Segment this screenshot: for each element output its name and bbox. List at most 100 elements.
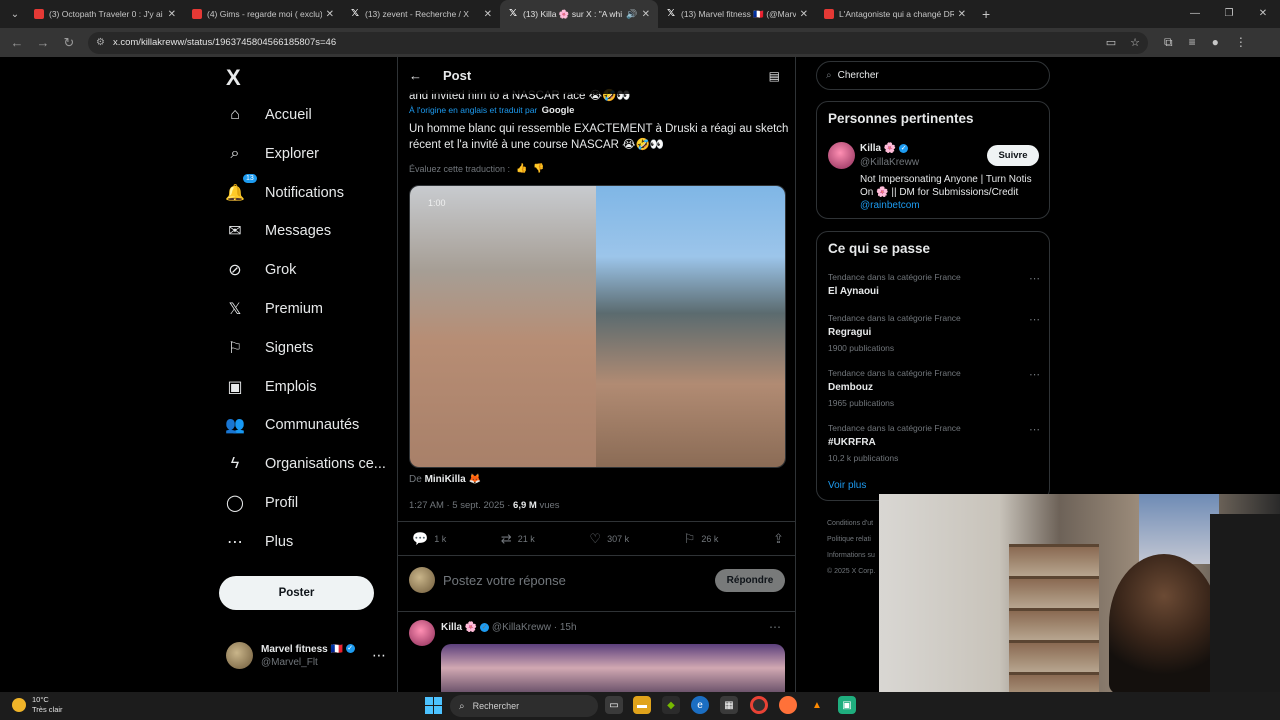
close-tab-icon[interactable]: ✕: [958, 9, 966, 20]
more-icon[interactable]: ⋯: [769, 620, 781, 634]
bookmark-action[interactable]: ⚐ 26 k: [684, 531, 719, 547]
edge-icon[interactable]: e: [691, 696, 709, 714]
nav-item-bell[interactable]: 🔔 13 Notifications: [225, 173, 344, 208]
file-explorer-icon[interactable]: ▬: [633, 696, 651, 714]
more-icon[interactable]: ⋯: [1029, 423, 1040, 436]
reply-action[interactable]: 💬 1 k: [412, 531, 446, 547]
windows-start-icon[interactable]: [425, 697, 442, 714]
browser-tab[interactable]: 𝕏 (13) zevent - Recherche / X ✕: [342, 0, 500, 28]
thumbs-down-icon[interactable]: 👎: [533, 163, 544, 174]
nav-item-communities[interactable]: 👥 Communautés: [225, 410, 359, 440]
search-input[interactable]: ⌕ Chercher: [816, 61, 1050, 90]
audio-playing-icon[interactable]: 🔊: [626, 9, 637, 20]
reload-icon[interactable]: ↻: [56, 35, 82, 51]
reply-author-name[interactable]: Killa 🌸: [441, 622, 477, 633]
minimize-icon[interactable]: —: [1178, 0, 1212, 28]
nav-item-profile[interactable]: ◯ Profil: [226, 488, 298, 518]
chrome-icon[interactable]: [750, 696, 768, 714]
firefox-icon[interactable]: [779, 696, 797, 714]
trend-item[interactable]: Tendance dans la catégorie France #UKRFRA…: [828, 423, 1040, 463]
trend-item[interactable]: Tendance dans la catégorie France Dembouz…: [828, 368, 1040, 408]
address-bar[interactable]: ⚙ x.com/killakreww/status/19637458045661…: [88, 31, 1148, 54]
forward-icon[interactable]: →: [30, 35, 56, 50]
thumbs-up-icon[interactable]: 👍: [516, 163, 527, 174]
browser-menu-icon[interactable]: ⋮: [1235, 35, 1247, 50]
close-tab-icon[interactable]: ✕: [326, 9, 334, 20]
browser-tab[interactable]: L'Antagoniste qui a changé DR ✕: [816, 0, 974, 28]
youtube-icon: [824, 9, 834, 19]
extensions-icon[interactable]: ⧉: [1164, 35, 1173, 50]
repost-action[interactable]: ⇄ 21 k: [501, 531, 535, 547]
reading-list-icon[interactable]: ≡: [1189, 35, 1196, 50]
store-icon[interactable]: ▦: [720, 696, 738, 714]
weather-widget[interactable]: 10°C Très clair: [12, 695, 63, 715]
close-tab-icon[interactable]: ✕: [168, 9, 176, 20]
browser-tab[interactable]: 𝕏 (13) Marvel fitness 🇫🇷 (@Marvel ✕: [658, 0, 816, 28]
site-info-icon[interactable]: ⚙: [96, 37, 105, 48]
more-icon[interactable]: ⋯: [372, 647, 386, 664]
post-time[interactable]: 1:27 AM · 5 sept. 2025 ·: [409, 500, 510, 511]
task-view-icon[interactable]: ▭: [605, 696, 623, 714]
avatar[interactable]: [828, 142, 855, 169]
divider: [398, 611, 795, 612]
close-tab-icon[interactable]: ✕: [642, 9, 650, 20]
more-icon[interactable]: ⋯: [1029, 368, 1040, 381]
browser-tab[interactable]: 𝕏 (13) Killa 🌸 sur X : "A whi 🔊 ✕: [500, 0, 658, 28]
new-tab-button[interactable]: +: [982, 6, 990, 22]
post-button[interactable]: Poster: [219, 576, 374, 610]
reply-input[interactable]: Postez votre réponse: [443, 573, 566, 588]
weather-condition: Très clair: [32, 705, 63, 714]
close-tab-icon[interactable]: ✕: [800, 9, 808, 20]
account-switcher[interactable]: Marvel fitness 🇫🇷 ✓ @Marvel_Flt ⋯: [226, 642, 386, 669]
browser-tab[interactable]: (3) Octopath Traveler 0 : J'y ai J ✕: [26, 0, 184, 28]
nav-item-home[interactable]: ⌂ Accueil: [226, 100, 312, 130]
taskbar-search[interactable]: ⌕ Rechercher: [450, 695, 598, 717]
weather-sun-icon: [12, 698, 26, 712]
avatar[interactable]: [409, 620, 435, 646]
reply-icon: 💬: [412, 531, 429, 546]
back-arrow-icon[interactable]: ←: [409, 68, 422, 83]
tab-search-icon[interactable]: ⌄: [4, 3, 26, 25]
nav-item-bookmark[interactable]: ⚐ Signets: [226, 333, 314, 363]
reply-button[interactable]: Répondre: [715, 568, 785, 592]
close-window-icon[interactable]: ✕: [1246, 0, 1280, 28]
more-icon[interactable]: ⋯: [1029, 272, 1040, 285]
close-tab-icon[interactable]: ✕: [484, 9, 492, 20]
video-media[interactable]: 1:00: [409, 185, 786, 468]
nav-item-x-premium[interactable]: 𝕏 Premium: [226, 294, 323, 324]
vlc-icon[interactable]: ▲: [808, 696, 826, 714]
nav-item-briefcase[interactable]: ▣ Emplois: [226, 372, 316, 402]
like-action[interactable]: ♡ 307 k: [589, 531, 629, 547]
nav-item-mail[interactable]: ✉ Messages: [226, 216, 331, 246]
trend-item[interactable]: Tendance dans la catégorie France El Ayna…: [828, 272, 1040, 297]
back-icon[interactable]: ←: [4, 35, 30, 50]
restore-icon[interactable]: ❐: [1212, 0, 1246, 28]
bookmark-star-icon[interactable]: ☆: [1130, 36, 1140, 49]
footer-link[interactable]: Informations su: [827, 548, 882, 564]
nav-item-grok[interactable]: ⊘ Grok: [226, 255, 296, 285]
relevant-name[interactable]: Killa 🌸 ✓: [860, 143, 909, 154]
browser-tab[interactable]: (4) Gims - regarde moi ( exclu) ✕: [184, 0, 342, 28]
footer-link[interactable]: Conditions d'ut: [827, 516, 882, 532]
tab-title: (13) Marvel fitness 🇫🇷 (@Marvel: [681, 8, 796, 19]
nvidia-icon[interactable]: ◆: [662, 696, 680, 714]
share-action[interactable]: ⇪: [773, 531, 784, 547]
nav-item-more-circle[interactable]: ⋯ Plus: [226, 527, 293, 557]
install-icon[interactable]: ▭: [1106, 36, 1116, 49]
reader-mode-icon[interactable]: ▤: [769, 69, 780, 83]
x-logo-icon[interactable]: X: [226, 65, 241, 91]
footer-link[interactable]: Politique relati: [827, 532, 882, 548]
follow-button[interactable]: Suivre: [987, 145, 1039, 166]
trends-title: Ce qui se passe: [828, 241, 931, 256]
nav-item-search[interactable]: ⌕ Explorer: [226, 139, 319, 169]
profile-avatar-icon[interactable]: ●: [1212, 35, 1219, 50]
app-icon[interactable]: ▣: [838, 696, 856, 714]
see-more-link[interactable]: Voir plus: [828, 480, 866, 491]
bookshelf: [1009, 544, 1099, 692]
bio-link[interactable]: @rainbetcom: [860, 200, 920, 211]
trend-item[interactable]: Tendance dans la catégorie France Regragu…: [828, 313, 1040, 353]
reply-media[interactable]: [441, 644, 785, 692]
more-icon[interactable]: ⋯: [1029, 313, 1040, 326]
nav-item-lightning[interactable]: ϟ Organisations ce...: [226, 449, 386, 479]
source-name[interactable]: MiniKilla 🦊: [425, 474, 481, 485]
